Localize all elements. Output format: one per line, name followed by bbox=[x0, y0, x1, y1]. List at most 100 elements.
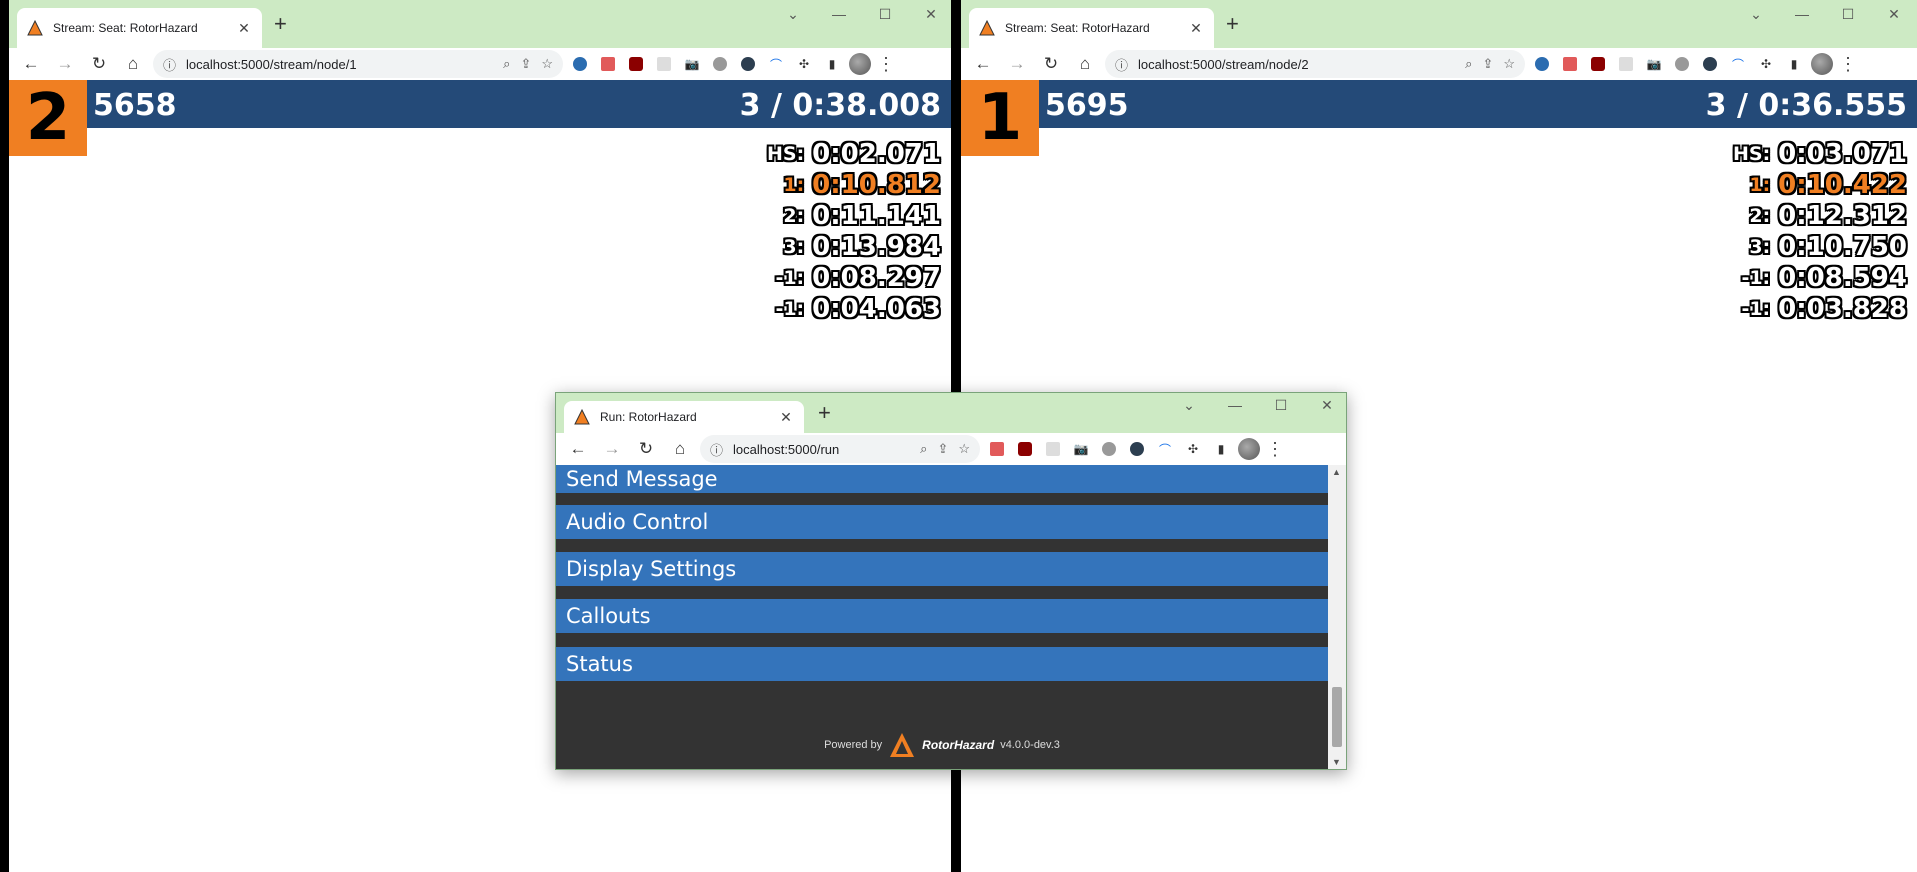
zoom-icon[interactable]: ⌕ bbox=[1465, 56, 1472, 72]
reload-button[interactable]: ↻ bbox=[85, 50, 113, 78]
browser-tab[interactable]: Stream: Seat: RotorHazard ✕ bbox=[17, 8, 262, 48]
star-icon[interactable]: ☆ bbox=[1503, 56, 1515, 72]
panel-callouts[interactable]: Callouts bbox=[556, 599, 1328, 633]
camera-icon[interactable]: 📷 bbox=[1070, 438, 1092, 460]
maximize-button[interactable]: ☐ bbox=[1258, 397, 1304, 414]
tab-close-icon[interactable]: ✕ bbox=[1188, 20, 1204, 37]
run-window: Run: RotorHazard ✕ + ⌄ — ☐ ✕ ← → ↻ ⌂ ⓘ l… bbox=[555, 392, 1347, 770]
lap-row: -1: 0:03.828 bbox=[1741, 293, 1907, 324]
panel-display-settings[interactable]: Display Settings bbox=[556, 552, 1328, 586]
tab-close-icon[interactable]: ✕ bbox=[236, 20, 252, 37]
zoom-icon[interactable]: ⌕ bbox=[503, 56, 510, 72]
extension-icon[interactable] bbox=[1671, 53, 1693, 75]
scrollbar[interactable]: ▲ ▼ bbox=[1328, 465, 1346, 769]
lap-time: 0:13.984 bbox=[812, 231, 941, 262]
puzzle-icon[interactable]: ✣ bbox=[793, 53, 815, 75]
forward-button[interactable]: → bbox=[1003, 50, 1031, 78]
tab-close-icon[interactable]: ✕ bbox=[778, 409, 794, 426]
extension-icon[interactable]: ⌒ bbox=[1727, 53, 1749, 75]
lap-time: 0:10.422 bbox=[1778, 169, 1907, 200]
extension-icon[interactable] bbox=[569, 53, 591, 75]
forward-button[interactable]: → bbox=[598, 435, 626, 463]
extension-icon[interactable] bbox=[737, 53, 759, 75]
avatar[interactable] bbox=[849, 53, 871, 75]
browser-tab[interactable]: Stream: Seat: RotorHazard ✕ bbox=[969, 8, 1214, 48]
close-window-button[interactable]: ✕ bbox=[908, 6, 951, 23]
extension-icon[interactable] bbox=[1531, 53, 1553, 75]
address-bar[interactable]: ⓘ localhost:5000/run ⌕ ⇪ ☆ bbox=[700, 435, 980, 463]
home-button[interactable]: ⌂ bbox=[1071, 50, 1099, 78]
share-icon[interactable]: ⇪ bbox=[937, 441, 948, 457]
ublock-icon[interactable] bbox=[1014, 438, 1036, 460]
extension-icon[interactable] bbox=[1559, 53, 1581, 75]
new-tab-button[interactable]: + bbox=[818, 402, 831, 424]
panel-audio-control[interactable]: Audio Control bbox=[556, 505, 1328, 539]
browser-toolbar: ← → ↻ ⌂ ⓘ localhost:5000/stream/node/1 ⌕… bbox=[9, 48, 951, 80]
share-icon[interactable]: ⇪ bbox=[520, 56, 531, 72]
camera-icon[interactable]: 📷 bbox=[1643, 53, 1665, 75]
scroll-thumb[interactable] bbox=[1332, 687, 1342, 747]
reload-button[interactable]: ↻ bbox=[1037, 50, 1065, 78]
extension-icon[interactable] bbox=[1126, 438, 1148, 460]
star-icon[interactable]: ☆ bbox=[541, 56, 553, 72]
minimize-button[interactable]: — bbox=[1779, 6, 1825, 23]
home-button[interactable]: ⌂ bbox=[119, 50, 147, 78]
tab-search-icon[interactable]: ⌄ bbox=[1733, 6, 1779, 23]
reload-button[interactable]: ↻ bbox=[632, 435, 660, 463]
extension-icon[interactable] bbox=[1615, 53, 1637, 75]
scroll-up-icon[interactable]: ▲ bbox=[1332, 467, 1341, 477]
extension-icon[interactable]: ⌒ bbox=[1154, 438, 1176, 460]
new-tab-button[interactable]: + bbox=[1226, 13, 1239, 35]
info-icon[interactable]: ⓘ bbox=[163, 55, 176, 74]
extension-icon[interactable] bbox=[597, 53, 619, 75]
new-tab-button[interactable]: + bbox=[274, 13, 287, 35]
extension-icon[interactable] bbox=[1098, 438, 1120, 460]
ublock-icon[interactable] bbox=[1587, 53, 1609, 75]
info-icon[interactable]: ⓘ bbox=[1115, 55, 1128, 74]
avatar[interactable] bbox=[1238, 438, 1260, 460]
side-panel-icon[interactable]: ▮ bbox=[821, 53, 843, 75]
extension-icon[interactable] bbox=[653, 53, 675, 75]
puzzle-icon[interactable]: ✣ bbox=[1755, 53, 1777, 75]
extension-icon[interactable]: ⌒ bbox=[765, 53, 787, 75]
panel-status[interactable]: Status bbox=[556, 647, 1328, 681]
side-panel-icon[interactable]: ▮ bbox=[1210, 438, 1232, 460]
home-button[interactable]: ⌂ bbox=[666, 435, 694, 463]
share-icon[interactable]: ⇪ bbox=[1482, 56, 1493, 72]
maximize-button[interactable]: ☐ bbox=[1825, 6, 1871, 23]
info-icon[interactable]: ⓘ bbox=[710, 440, 723, 459]
star-icon[interactable]: ☆ bbox=[958, 441, 970, 457]
zoom-icon[interactable]: ⌕ bbox=[920, 441, 927, 457]
side-panel-icon[interactable]: ▮ bbox=[1783, 53, 1805, 75]
address-bar[interactable]: ⓘ localhost:5000/stream/node/1 ⌕ ⇪ ☆ bbox=[153, 50, 563, 78]
minimize-button[interactable]: — bbox=[816, 6, 862, 23]
address-bar[interactable]: ⓘ localhost:5000/stream/node/2 ⌕ ⇪ ☆ bbox=[1105, 50, 1525, 78]
extension-icon[interactable] bbox=[1699, 53, 1721, 75]
menu-icon[interactable]: ⋮ bbox=[1839, 54, 1857, 75]
minimize-button[interactable]: — bbox=[1212, 397, 1258, 414]
maximize-button[interactable]: ☐ bbox=[862, 6, 908, 23]
close-window-button[interactable]: ✕ bbox=[1304, 397, 1346, 414]
avatar[interactable] bbox=[1811, 53, 1833, 75]
close-window-button[interactable]: ✕ bbox=[1871, 6, 1917, 23]
extension-icon[interactable] bbox=[986, 438, 1008, 460]
seat-header: 2 5658 3 / 0:38.008 bbox=[9, 80, 951, 156]
lap-label: 1: bbox=[783, 173, 805, 196]
lap-time: 0:08.297 bbox=[812, 262, 941, 293]
tab-search-icon[interactable]: ⌄ bbox=[1166, 397, 1212, 414]
browser-tab[interactable]: Run: RotorHazard ✕ bbox=[564, 401, 804, 433]
ublock-icon[interactable] bbox=[625, 53, 647, 75]
tab-search-icon[interactable]: ⌄ bbox=[770, 6, 816, 23]
back-button[interactable]: ← bbox=[969, 50, 997, 78]
back-button[interactable]: ← bbox=[17, 50, 45, 78]
puzzle-icon[interactable]: ✣ bbox=[1182, 438, 1204, 460]
forward-button[interactable]: → bbox=[51, 50, 79, 78]
extension-icon[interactable] bbox=[709, 53, 731, 75]
scroll-down-icon[interactable]: ▼ bbox=[1332, 757, 1341, 767]
panel-send-message[interactable]: Send Message bbox=[556, 465, 1328, 493]
camera-icon[interactable]: 📷 bbox=[681, 53, 703, 75]
menu-icon[interactable]: ⋮ bbox=[877, 54, 895, 75]
extension-icon[interactable] bbox=[1042, 438, 1064, 460]
menu-icon[interactable]: ⋮ bbox=[1266, 439, 1284, 460]
back-button[interactable]: ← bbox=[564, 435, 592, 463]
